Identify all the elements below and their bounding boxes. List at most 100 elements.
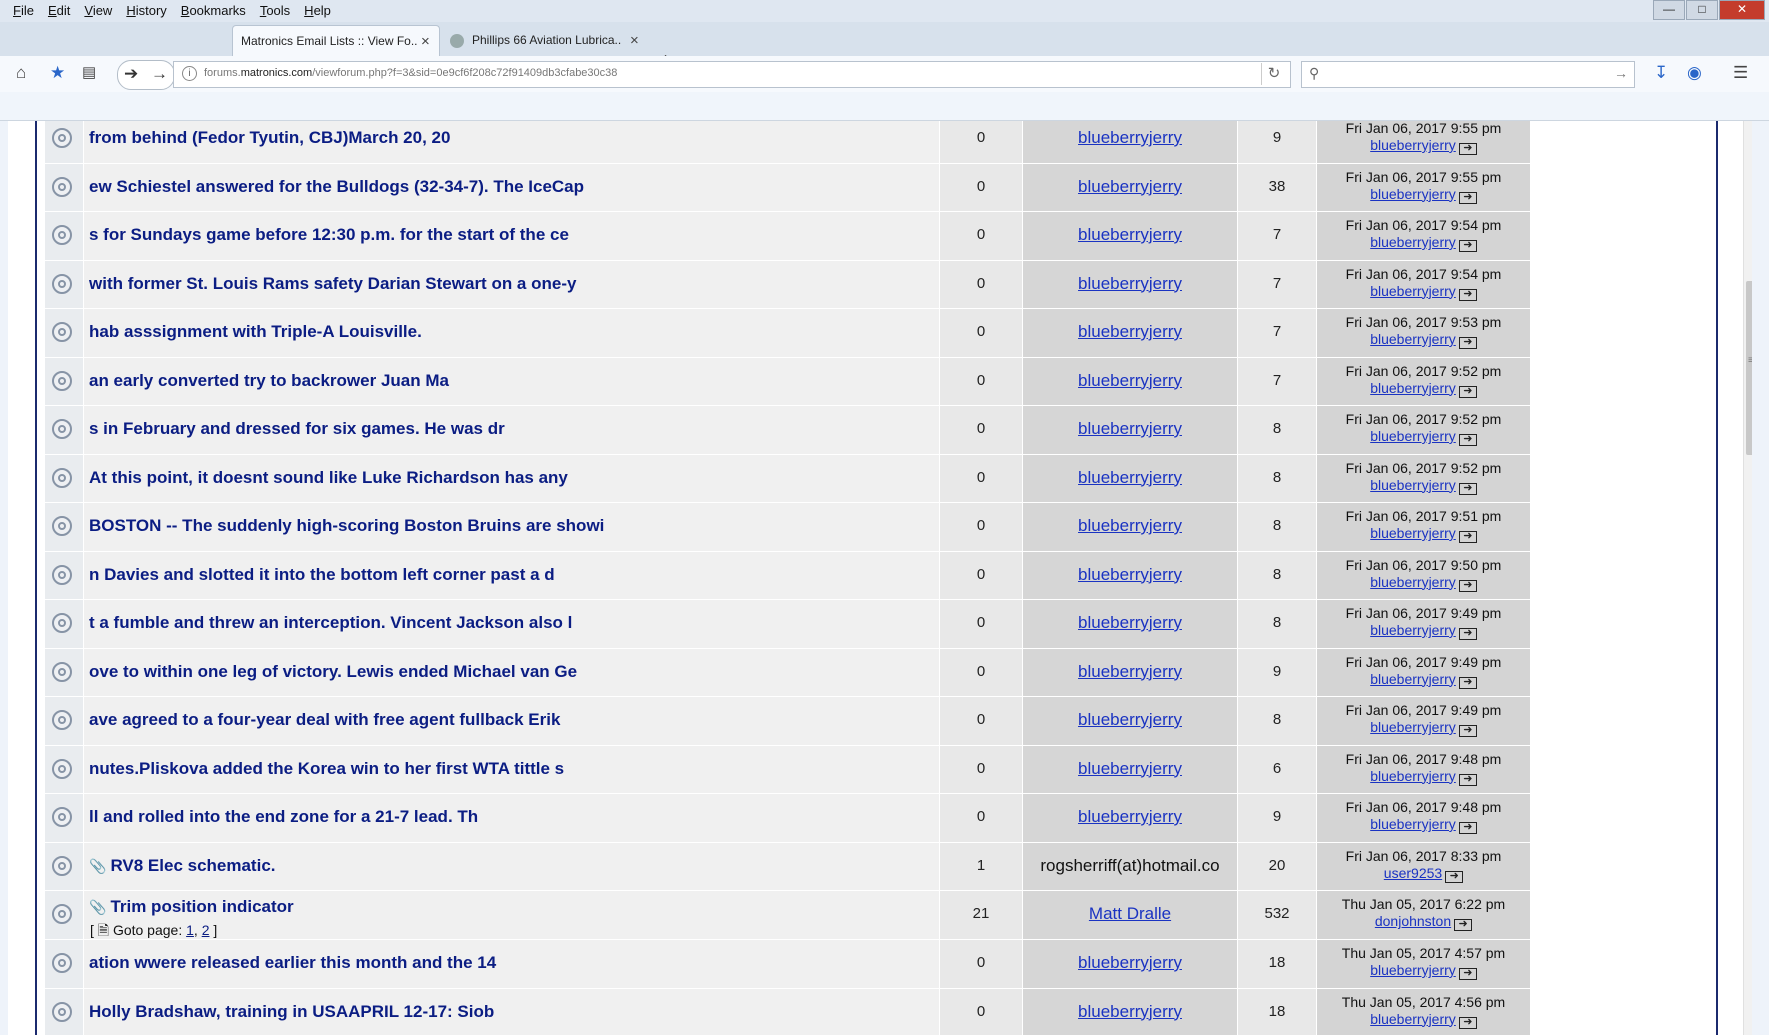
view-latest-post-icon[interactable]: ➜ bbox=[1458, 579, 1477, 592]
close-tab-icon[interactable]: × bbox=[421, 26, 430, 57]
view-latest-post-icon[interactable]: ➜ bbox=[1458, 725, 1477, 737]
last-poster-link[interactable]: blueberryjerry bbox=[1370, 671, 1456, 687]
topic-link[interactable]: ove to within one leg of victory. Lewis … bbox=[89, 662, 577, 682]
last-poster-link[interactable]: blueberryjerry bbox=[1370, 816, 1456, 832]
menu-bookmarks[interactable]: Bookmarks bbox=[174, 2, 253, 20]
author-link[interactable]: blueberryjerry bbox=[1023, 516, 1237, 536]
author-link[interactable]: blueberryjerry bbox=[1023, 419, 1237, 439]
author-link[interactable]: blueberryjerry bbox=[1023, 953, 1237, 973]
author-link[interactable]: Matt Dralle bbox=[1023, 904, 1237, 924]
view-latest-post-icon[interactable]: ➜ bbox=[1454, 919, 1473, 931]
last-poster-link[interactable]: user9253 bbox=[1384, 865, 1442, 881]
topic-link[interactable]: ll and rolled into the end zone for a 21… bbox=[89, 807, 478, 827]
last-poster-link[interactable]: blueberryjerry bbox=[1370, 768, 1456, 784]
view-latest-post-icon[interactable]: ➜ bbox=[1458, 434, 1477, 446]
hamburger-menu-icon[interactable]: ☰ bbox=[1733, 63, 1748, 83]
last-poster-link[interactable]: blueberryjerry bbox=[1370, 477, 1456, 493]
menu-tools[interactable]: Tools bbox=[253, 2, 297, 20]
topic-link[interactable]: from behind (Fedor Tyutin, CBJ)March 20,… bbox=[89, 128, 450, 148]
last-poster-link[interactable]: blueberryjerry bbox=[1370, 962, 1456, 978]
view-latest-post-icon[interactable]: ➜ bbox=[1445, 870, 1464, 883]
topic-link[interactable]: hab asssignment with Triple-A Louisville… bbox=[89, 322, 422, 342]
topic-link[interactable]: 📎 Trim position indicator bbox=[89, 897, 294, 917]
view-latest-post-icon[interactable]: ➜ bbox=[1458, 191, 1477, 204]
author-link[interactable]: blueberryjerry bbox=[1023, 371, 1237, 391]
topic-link[interactable]: At this point, it doesnt sound like Luke… bbox=[89, 468, 568, 488]
tab-matronics[interactable]: Matronics Email Lists :: View Fo... × bbox=[232, 25, 440, 57]
author-link[interactable]: blueberryjerry bbox=[1023, 322, 1237, 342]
author-link[interactable]: blueberryjerry bbox=[1023, 274, 1237, 294]
author-link[interactable]: blueberryjerry bbox=[1023, 1002, 1237, 1022]
menu-edit[interactable]: Edit bbox=[41, 2, 77, 20]
menu-help[interactable]: Help bbox=[297, 2, 338, 20]
last-poster-link[interactable]: blueberryjerry bbox=[1370, 137, 1456, 153]
author-link[interactable]: blueberryjerry bbox=[1023, 662, 1237, 682]
last-poster-link[interactable]: blueberryjerry bbox=[1370, 428, 1456, 444]
reload-icon[interactable]: ↻ bbox=[1261, 63, 1286, 85]
search-bar[interactable]: ⚲ → bbox=[1301, 61, 1635, 88]
author-link[interactable]: blueberryjerry bbox=[1023, 225, 1237, 245]
last-poster-link[interactable]: blueberryjerry bbox=[1370, 574, 1456, 590]
search-go-arrow-icon[interactable]: → bbox=[1614, 65, 1628, 81]
menu-file[interactable]: File bbox=[6, 2, 41, 20]
view-latest-post-icon[interactable]: ➜ bbox=[1458, 822, 1477, 834]
topic-link[interactable]: s for Sundays game before 12:30 p.m. for… bbox=[89, 225, 569, 245]
last-poster-link[interactable]: blueberryjerry bbox=[1370, 283, 1456, 299]
menu-view[interactable]: View bbox=[77, 2, 119, 20]
library-icon[interactable]: ▤ bbox=[82, 63, 96, 83]
topic-link[interactable]: ew Schiestel answered for the Bulldogs (… bbox=[89, 177, 584, 197]
menu-history[interactable]: History bbox=[119, 2, 173, 20]
view-latest-post-icon[interactable]: ➜ bbox=[1458, 773, 1477, 786]
maximize-button[interactable]: □ bbox=[1686, 0, 1718, 20]
view-latest-post-icon[interactable]: ➜ bbox=[1458, 240, 1477, 252]
topic-link[interactable]: Holly Bradshaw, training in USAAPRIL 12-… bbox=[89, 1002, 494, 1022]
view-latest-post-icon[interactable]: ➜ bbox=[1458, 968, 1477, 980]
topic-link[interactable]: ation wwere released earlier this month … bbox=[89, 953, 496, 973]
author-link[interactable]: blueberryjerry bbox=[1023, 565, 1237, 585]
topic-link[interactable]: nutes.Pliskova added the Korea win to he… bbox=[89, 759, 564, 779]
view-latest-post-icon[interactable]: ➜ bbox=[1458, 288, 1477, 301]
view-latest-post-icon[interactable]: ➜ bbox=[1458, 676, 1477, 689]
topic-link[interactable]: 📎 RV8 Elec schematic. bbox=[89, 856, 276, 876]
addon-icon[interactable]: ◉ bbox=[1687, 63, 1702, 83]
last-poster-link[interactable]: blueberryjerry bbox=[1370, 622, 1456, 638]
author-link[interactable]: blueberryjerry bbox=[1023, 128, 1237, 148]
scrollbar-thumb[interactable] bbox=[1746, 281, 1752, 455]
last-poster-link[interactable]: blueberryjerry bbox=[1370, 234, 1456, 250]
back-arrow-icon[interactable]: ➔ bbox=[124, 64, 138, 84]
last-poster-link[interactable]: blueberryjerry bbox=[1370, 525, 1456, 541]
view-latest-post-icon[interactable]: ➜ bbox=[1458, 385, 1477, 398]
topic-link[interactable]: BOSTON -- The suddenly high-scoring Bost… bbox=[89, 516, 604, 536]
topic-link[interactable]: s in February and dressed for six games.… bbox=[89, 419, 505, 439]
last-poster-link[interactable]: blueberryjerry bbox=[1370, 380, 1456, 396]
topic-link[interactable]: t a fumble and threw an interception. Vi… bbox=[89, 613, 572, 633]
author-link[interactable]: blueberryjerry bbox=[1023, 807, 1237, 827]
vertical-scrollbar[interactable] bbox=[1743, 121, 1752, 1035]
close-tab-icon[interactable]: × bbox=[630, 25, 639, 56]
topic-link[interactable]: ave agreed to a four-year deal with free… bbox=[89, 710, 560, 730]
view-latest-post-icon[interactable]: ➜ bbox=[1458, 628, 1477, 640]
forward-arrow-icon[interactable]: → bbox=[151, 64, 168, 84]
minimize-button[interactable]: — bbox=[1653, 0, 1685, 20]
author-link[interactable]: blueberryjerry bbox=[1023, 613, 1237, 633]
goto-page-link[interactable]: 1 bbox=[186, 922, 194, 938]
topic-link[interactable]: with former St. Louis Rams safety Darian… bbox=[89, 274, 576, 294]
bookmark-star-icon[interactable]: ★ bbox=[50, 63, 65, 83]
author-link[interactable]: blueberryjerry bbox=[1023, 759, 1237, 779]
author-link[interactable]: blueberryjerry bbox=[1023, 177, 1237, 197]
url-text[interactable]: forums.matronics.com/viewforum.php?f=3&s… bbox=[204, 67, 617, 79]
tab-phillips[interactable]: Phillips 66 Aviation Lubrica... × bbox=[444, 25, 644, 56]
home-icon[interactable]: ⌂ bbox=[16, 63, 26, 83]
last-poster-link[interactable]: blueberryjerry bbox=[1370, 1011, 1456, 1027]
last-poster-link[interactable]: donjohnston bbox=[1375, 913, 1451, 929]
view-latest-post-icon[interactable]: ➜ bbox=[1458, 531, 1477, 543]
author-link[interactable]: blueberryjerry bbox=[1023, 468, 1237, 488]
author-link[interactable]: blueberryjerry bbox=[1023, 710, 1237, 730]
site-info-icon[interactable]: i bbox=[182, 66, 197, 81]
last-poster-link[interactable]: blueberryjerry bbox=[1370, 719, 1456, 735]
last-poster-link[interactable]: blueberryjerry bbox=[1370, 186, 1456, 202]
topic-link[interactable]: n Davies and slotted it into the bottom … bbox=[89, 565, 555, 585]
view-latest-post-icon[interactable]: ➜ bbox=[1458, 1016, 1477, 1029]
view-latest-post-icon[interactable]: ➜ bbox=[1458, 337, 1477, 349]
url-bar[interactable]: i forums.matronics.com/viewforum.php?f=3… bbox=[173, 61, 1291, 88]
